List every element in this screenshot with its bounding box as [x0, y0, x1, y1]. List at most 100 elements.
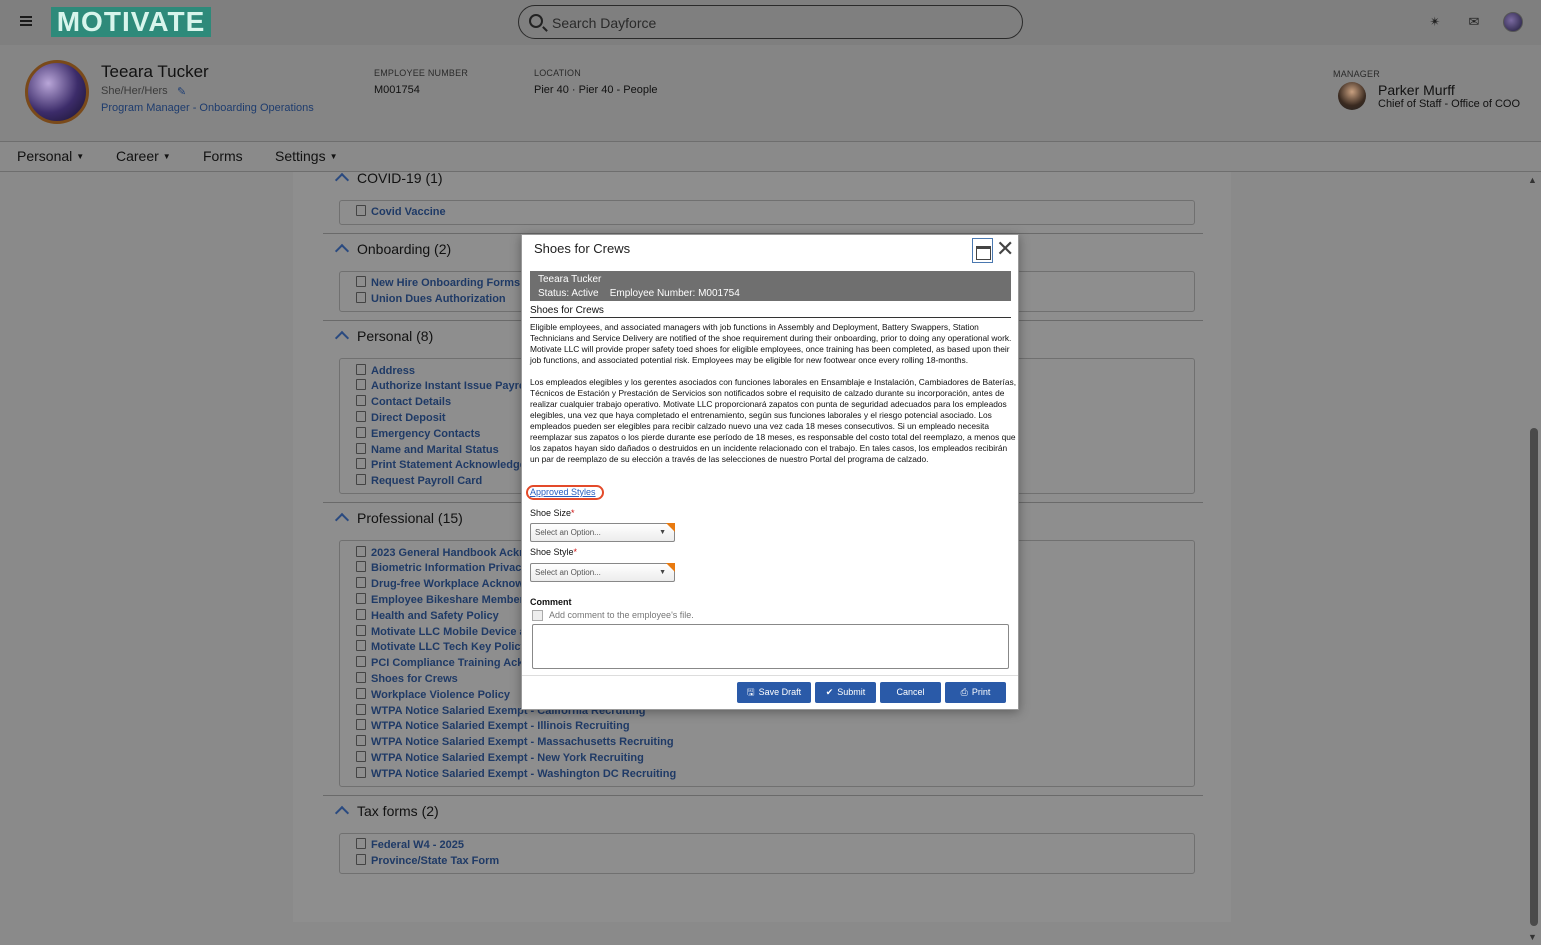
section-personal-header[interactable]: Personal (8) — [334, 328, 434, 346]
chevron-up-icon — [334, 172, 350, 188]
form-link[interactable]: WTPA Notice Salaried Exempt - Massachuse… — [356, 735, 674, 748]
submit-button[interactable]: ✔ Submit — [815, 682, 876, 703]
nav-settings-label: Settings — [275, 148, 326, 164]
form-link[interactable]: PCI Compliance Training Ackn — [356, 656, 530, 669]
shoes-for-crews-dialog: Shoes for Crews ✕ Teeara Tucker Status: … — [521, 234, 1019, 710]
shoe-style-select[interactable]: Select an Option... ▼ — [530, 563, 675, 582]
form-link[interactable]: Employee Bikeshare Members — [356, 593, 530, 606]
form-link[interactable]: Print Statement Acknowledger — [356, 458, 530, 471]
form-link[interactable]: WTPA Notice Salaried Exempt - Illinois R… — [356, 719, 630, 732]
cancel-label: Cancel — [896, 687, 925, 697]
nav-settings[interactable]: Settings ▼ — [275, 148, 338, 164]
location-value: Pier 40 · Pier 40 - People — [534, 84, 658, 96]
section-title: Professional (15) — [357, 510, 463, 526]
form-link[interactable]: Motivate LLC Mobile Device ar — [356, 625, 530, 638]
scrollbar-thumb[interactable] — [1530, 428, 1538, 926]
form-icon — [356, 458, 366, 469]
mail-icon[interactable]: ✉ — [1466, 14, 1482, 30]
form-link-label: Federal W4 - 2025 — [371, 839, 464, 851]
manager-photo — [1338, 82, 1366, 110]
org-chart-icon[interactable]: ✴ — [1427, 14, 1443, 30]
search-input[interactable]: Search Dayforce — [518, 5, 1023, 39]
form-icon — [356, 561, 366, 572]
form-icon — [356, 767, 366, 778]
form-link[interactable]: Shoes for Crews — [356, 672, 458, 685]
chevron-up-icon — [334, 805, 350, 821]
form-link[interactable]: Union Dues Authorization — [356, 292, 506, 305]
nav-forms[interactable]: Forms — [203, 148, 243, 164]
form-link-label: Print Statement Acknowledger — [371, 459, 531, 471]
cancel-button[interactable]: Cancel — [880, 682, 941, 703]
submit-label: Submit — [837, 687, 866, 697]
employee-role[interactable]: Program Manager - Onboarding Operations — [101, 102, 314, 114]
form-link-label: 2023 General Handbook Ackno — [371, 547, 533, 559]
heading-divider — [530, 317, 1011, 318]
section-divider — [323, 795, 1203, 796]
form-link[interactable]: Health and Safety Policy — [356, 609, 499, 622]
nav-career[interactable]: Career ▼ — [116, 148, 171, 164]
user-avatar[interactable] — [1503, 12, 1523, 32]
form-link[interactable]: Covid Vaccine — [356, 205, 446, 218]
form-link[interactable]: Address — [356, 364, 415, 377]
form-link[interactable]: Federal W4 - 2025 — [356, 838, 464, 851]
form-link-label: WTPA Notice Salaried Exempt - Washington… — [371, 768, 677, 780]
required-flag-icon — [666, 563, 675, 572]
form-link[interactable]: WTPA Notice Salaried Exempt - Washington… — [356, 767, 676, 780]
policy-text-spanish: Los empleados elegibles y los gerentes a… — [530, 377, 1017, 464]
dropdown-arrow-icon: ▼ — [659, 569, 666, 576]
edit-pronouns-icon[interactable]: ✎ — [177, 85, 186, 98]
form-link-label: Biometric Information Privacy — [371, 562, 528, 574]
form-link[interactable]: Emergency Contacts — [356, 427, 480, 440]
form-link[interactable]: 2023 General Handbook Ackno — [356, 546, 533, 559]
dropdown-arrow-icon: ▼ — [659, 529, 666, 536]
bar-employee-number: Employee Number: M001754 — [609, 288, 740, 299]
form-link-label: Address — [371, 365, 416, 377]
form-link[interactable]: Biometric Information Privacy — [356, 561, 528, 574]
form-icon — [356, 292, 366, 303]
form-link[interactable]: Request Payroll Card — [356, 474, 482, 487]
form-link[interactable]: WTPA Notice Salaried Exempt - New York R… — [356, 751, 644, 764]
scroll-up-icon[interactable]: ▲ — [1528, 175, 1537, 185]
bar-status: Status: Active — [538, 288, 599, 299]
form-link[interactable]: Workplace Violence Policy — [356, 688, 510, 701]
save-draft-button[interactable]: 🖫 Save Draft — [737, 682, 811, 703]
section-onboarding-header[interactable]: Onboarding (2) — [334, 241, 451, 259]
comment-textarea[interactable] — [532, 624, 1009, 669]
form-icon — [356, 474, 366, 485]
form-icon — [356, 411, 366, 422]
dialog-title: Shoes for Crews — [534, 241, 631, 256]
form-link-label: Workplace Violence Policy — [371, 689, 510, 701]
form-link[interactable]: Province/State Tax Form — [356, 854, 499, 867]
form-icon — [356, 546, 366, 557]
section-covid-list — [339, 200, 1195, 225]
employee-pronouns: She/Her/Hers — [101, 85, 168, 97]
close-icon[interactable]: ✕ — [996, 237, 1014, 261]
form-link[interactable]: Direct Deposit — [356, 411, 446, 424]
form-link[interactable]: Contact Details — [356, 395, 451, 408]
menu-icon[interactable] — [20, 14, 36, 30]
chevron-up-icon — [334, 512, 350, 528]
approved-styles-link[interactable]: Approved Styles — [530, 487, 596, 497]
nav-personal[interactable]: Personal ▼ — [17, 148, 84, 164]
shoe-size-select[interactable]: Select an Option... ▼ — [530, 523, 675, 542]
form-icon — [356, 672, 366, 683]
form-link[interactable]: New Hire Onboarding Forms — [356, 276, 520, 289]
company-logo[interactable]: MOTIVATE — [51, 7, 211, 37]
manager-name[interactable]: Parker Murff — [1378, 82, 1455, 98]
section-tax-header[interactable]: Tax forms (2) — [334, 803, 439, 821]
form-link-label: Authorize Instant Issue Payrol — [371, 380, 529, 392]
maximize-icon[interactable] — [972, 238, 993, 263]
section-title: Personal (8) — [357, 328, 434, 344]
section-professional-header[interactable]: Professional (15) — [334, 510, 463, 528]
caret-down-icon: ▼ — [329, 152, 338, 161]
form-link[interactable]: Drug-free Workplace Acknowl — [356, 577, 527, 590]
form-link[interactable]: Motivate LLC Tech Key Policy — [356, 640, 527, 653]
print-label: Print — [971, 687, 991, 697]
section-covid-header[interactable]: COVID-19 (1) — [334, 170, 443, 188]
scroll-down-icon[interactable]: ▼ — [1528, 932, 1537, 942]
form-link[interactable]: Name and Marital Status — [356, 443, 499, 456]
print-button[interactable]: ⎙ Print — [945, 682, 1006, 703]
manager-label: MANAGER — [1333, 69, 1380, 79]
add-comment-checkbox[interactable] — [532, 610, 543, 621]
form-link[interactable]: Authorize Instant Issue Payrol — [356, 379, 529, 392]
